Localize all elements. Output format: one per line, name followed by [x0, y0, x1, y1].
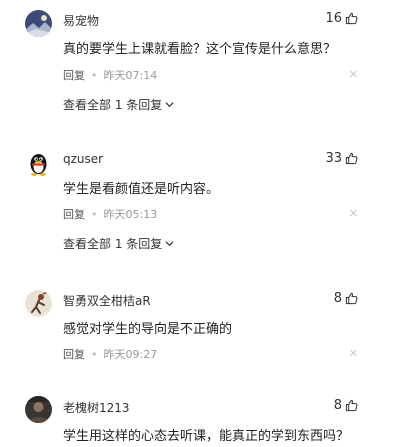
chevron-down-icon — [162, 98, 174, 112]
comment-time: 昨天07:14 — [103, 69, 158, 82]
comment-time: 昨天05:13 — [103, 208, 158, 221]
view-replies-label: 查看全部 1 条回复 — [63, 98, 163, 112]
like-button[interactable]: 8 — [334, 291, 358, 306]
view-replies-button[interactable]: 查看全部 1 条回复 — [63, 96, 174, 113]
landscape-avatar-icon[interactable] — [25, 10, 52, 37]
comment-meta: 回复 • 昨天05:13 — [63, 206, 157, 222]
penguin-avatar-icon[interactable] — [25, 150, 52, 177]
thumbs-up-icon — [345, 12, 358, 25]
like-button[interactable]: 16 — [325, 11, 358, 26]
comment-time: 昨天09:27 — [103, 348, 158, 361]
figure-avatar-icon[interactable] — [25, 290, 52, 317]
comment-text: 学生是看颜值还是听内容。 — [63, 182, 220, 197]
comment-username[interactable]: qzuser — [63, 152, 103, 166]
like-count: 8 — [333, 398, 342, 413]
comment-text: 真的要学生上课就看脸？这个宣传是什么意思？ — [63, 42, 337, 57]
like-button[interactable]: 8 — [334, 398, 358, 413]
like-button[interactable]: 33 — [325, 151, 358, 166]
like-count: 16 — [325, 11, 342, 26]
reply-button[interactable]: 回复 — [63, 206, 85, 222]
chevron-down-icon — [162, 237, 174, 251]
comment-meta: 回复 • 昨天09:27 — [63, 346, 157, 362]
thumbs-up-icon — [345, 399, 358, 412]
like-count: 8 — [333, 291, 342, 306]
dark-photo-avatar-icon[interactable] — [25, 396, 52, 423]
separator-dot: • — [91, 207, 98, 221]
separator-dot: • — [91, 347, 98, 361]
thumbs-up-icon — [345, 152, 358, 165]
view-replies-button[interactable]: 查看全部 1 条回复 — [63, 235, 174, 252]
comment-username[interactable]: 智勇双全柑桔aR — [63, 292, 151, 309]
comment-text: 感觉对学生的导向是不正确的 — [63, 322, 233, 337]
close-icon[interactable]: ✕ — [349, 348, 358, 359]
comment-text: 学生用这样的心态去听课，能真正的学到东西吗？ — [63, 429, 350, 444]
thumbs-up-icon — [345, 292, 358, 305]
view-replies-label: 查看全部 1 条回复 — [63, 237, 163, 251]
reply-button[interactable]: 回复 — [63, 67, 85, 83]
like-count: 33 — [325, 151, 342, 166]
separator-dot: • — [91, 68, 98, 82]
comment-username[interactable]: 老槐树1213 — [63, 399, 130, 416]
comment-username[interactable]: 易宠物 — [63, 12, 99, 29]
close-icon[interactable]: ✕ — [349, 69, 358, 80]
reply-button[interactable]: 回复 — [63, 346, 85, 362]
comment-meta: 回复 • 昨天07:14 — [63, 67, 157, 83]
close-icon[interactable]: ✕ — [349, 208, 358, 219]
